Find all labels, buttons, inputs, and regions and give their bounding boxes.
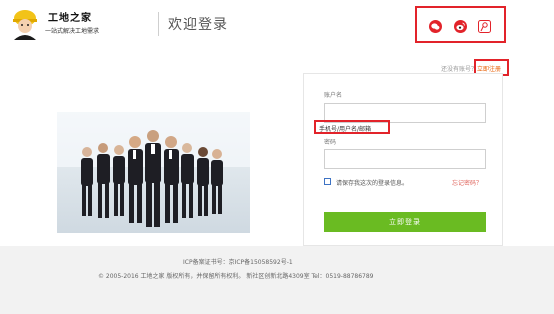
login-panel: 账户名 密码 请保存我这次的登录信息。 忘记密码？ 立即登录 bbox=[303, 73, 503, 246]
password-input[interactable] bbox=[324, 149, 486, 169]
header-divider bbox=[158, 12, 159, 36]
social-login-group bbox=[415, 6, 506, 43]
remember-checkbox[interactable] bbox=[324, 178, 331, 185]
copyright-text: © 2005-2016 工地之家 版权所有，并保留所有权利。 新社区创新北路43… bbox=[98, 273, 374, 280]
tencent-weibo-icon[interactable] bbox=[478, 20, 491, 33]
page-title: 欢迎登录 bbox=[168, 17, 228, 33]
site-logo[interactable]: 工地之家 一站式解决工地需求 bbox=[8, 6, 108, 40]
register-prompt-text: 还没有账号？ bbox=[441, 66, 478, 73]
username-label: 账户名 bbox=[324, 92, 343, 99]
icp-license: ICP备案证书号：京ICP备15058592号-1 bbox=[183, 259, 293, 266]
team-photo-illustration bbox=[57, 112, 250, 233]
password-label: 密码 bbox=[324, 139, 337, 146]
forgot-password-link[interactable]: 忘记密码？ bbox=[452, 178, 482, 187]
login-button[interactable]: 立即登录 bbox=[324, 212, 486, 232]
site-footer: ICP备案证书号：京ICP备15058592号-1 © 2005-2016 工地… bbox=[0, 246, 554, 314]
logo-name: 工地之家 bbox=[48, 13, 92, 24]
weibo-icon[interactable] bbox=[454, 20, 467, 33]
remember-label: 请保存我这次的登录信息。 bbox=[336, 180, 409, 187]
logo-tagline: 一站式解决工地需求 bbox=[45, 28, 100, 35]
username-hint-highlight bbox=[314, 120, 390, 134]
wechat-icon[interactable] bbox=[429, 20, 442, 33]
business-team-image bbox=[57, 112, 250, 233]
worker-avatar-icon bbox=[8, 6, 42, 40]
